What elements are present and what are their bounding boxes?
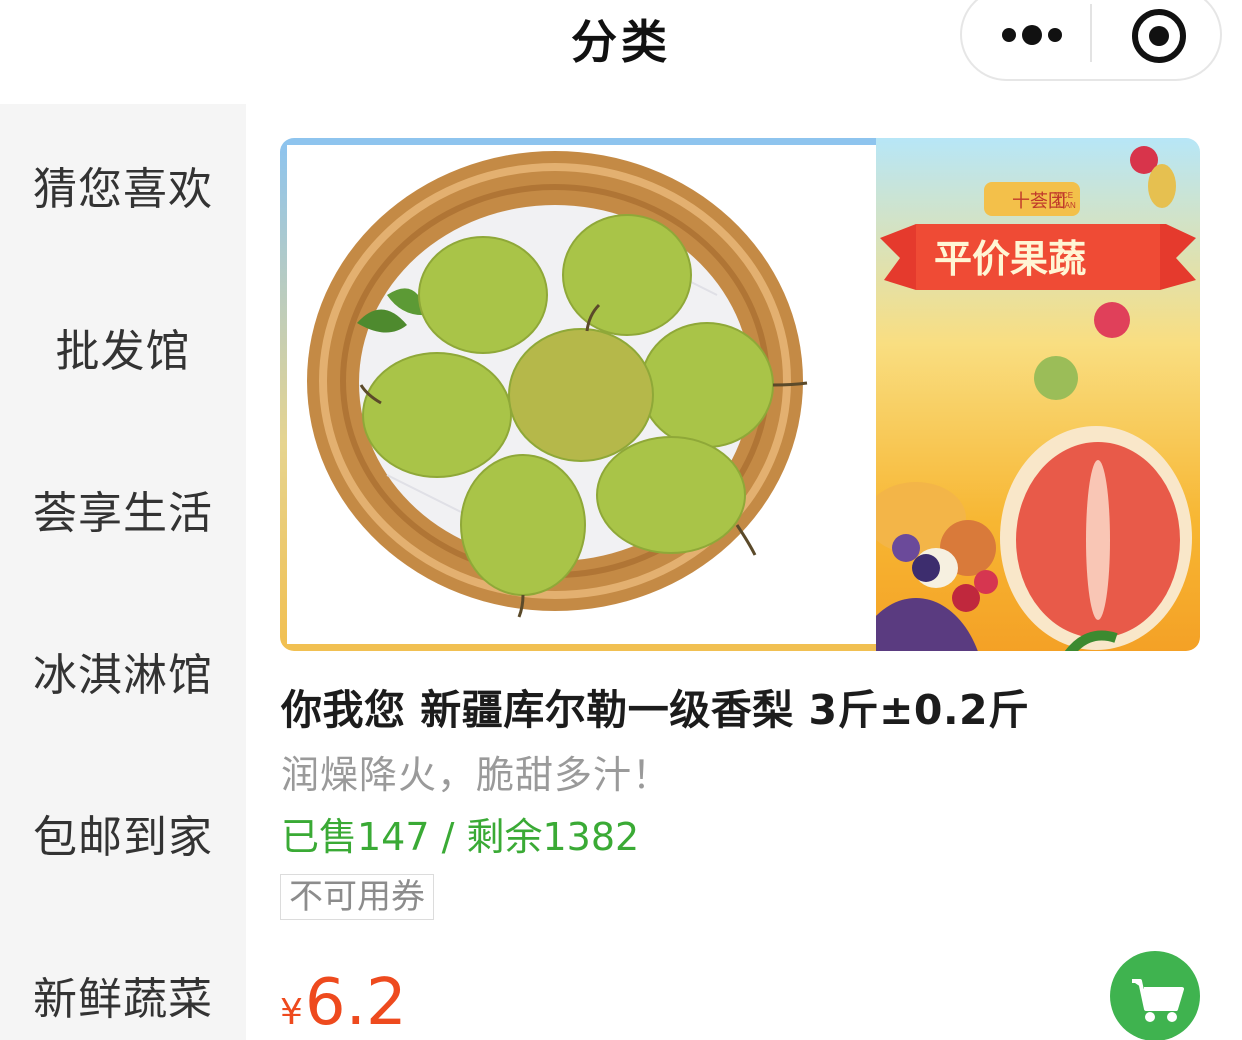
- add-to-cart-button[interactable]: [1110, 951, 1200, 1040]
- product-title[interactable]: 你我您 新疆库尔勒一级香梨 3斤±0.2斤: [281, 676, 1030, 736]
- product-subtitle: 润燥降火，脆甜多汁！: [281, 753, 672, 797]
- capsule-divider: [1090, 4, 1092, 62]
- category-sidebar: 猜您喜欢 批发馆 荟享生活 冰淇淋馆 包邮到家 新鲜蔬菜: [0, 104, 246, 1040]
- product-price: ¥6.2: [280, 966, 407, 1040]
- sidebar-item-ice-cream[interactable]: 冰淇淋馆: [0, 590, 246, 752]
- pear-basket-image: [307, 151, 808, 618]
- promo-poster: 十荟团 NICE TUAN 平价果蔬: [854, 138, 1200, 651]
- mini-program-capsule: [960, 0, 1222, 81]
- coupon-badge: 不可用券: [280, 874, 434, 920]
- svg-text:NICE: NICE: [1054, 191, 1073, 200]
- target-icon[interactable]: [1132, 9, 1186, 63]
- more-dots-icon[interactable]: [1002, 20, 1062, 50]
- currency-symbol: ¥: [280, 992, 303, 1033]
- sidebar-item-free-shipping[interactable]: 包邮到家: [0, 752, 246, 914]
- promo-poster-art: 十荟团 NICE TUAN 平价果蔬: [854, 146, 1196, 651]
- svg-text:TUAN: TUAN: [1054, 201, 1076, 210]
- sidebar-item-fresh-vegetables[interactable]: 新鲜蔬菜: [0, 914, 246, 1040]
- sidebar-item-guess-you-like[interactable]: 猜您喜欢: [0, 104, 246, 266]
- sidebar-item-life[interactable]: 荟享生活: [0, 428, 246, 590]
- svg-text:平价果蔬: 平价果蔬: [934, 239, 1086, 281]
- sidebar-item-wholesale[interactable]: 批发馆: [0, 266, 246, 428]
- cart-icon: [1132, 979, 1184, 1022]
- nav-header: 分类: [0, 0, 1242, 104]
- sales-stock-info: 已售147 / 剩余1382: [281, 815, 640, 859]
- price-value: 6.2: [304, 966, 407, 1040]
- product-image-banner[interactable]: 十荟团 NICE TUAN 平价果蔬: [280, 138, 1200, 651]
- pear-photo: [280, 138, 876, 651]
